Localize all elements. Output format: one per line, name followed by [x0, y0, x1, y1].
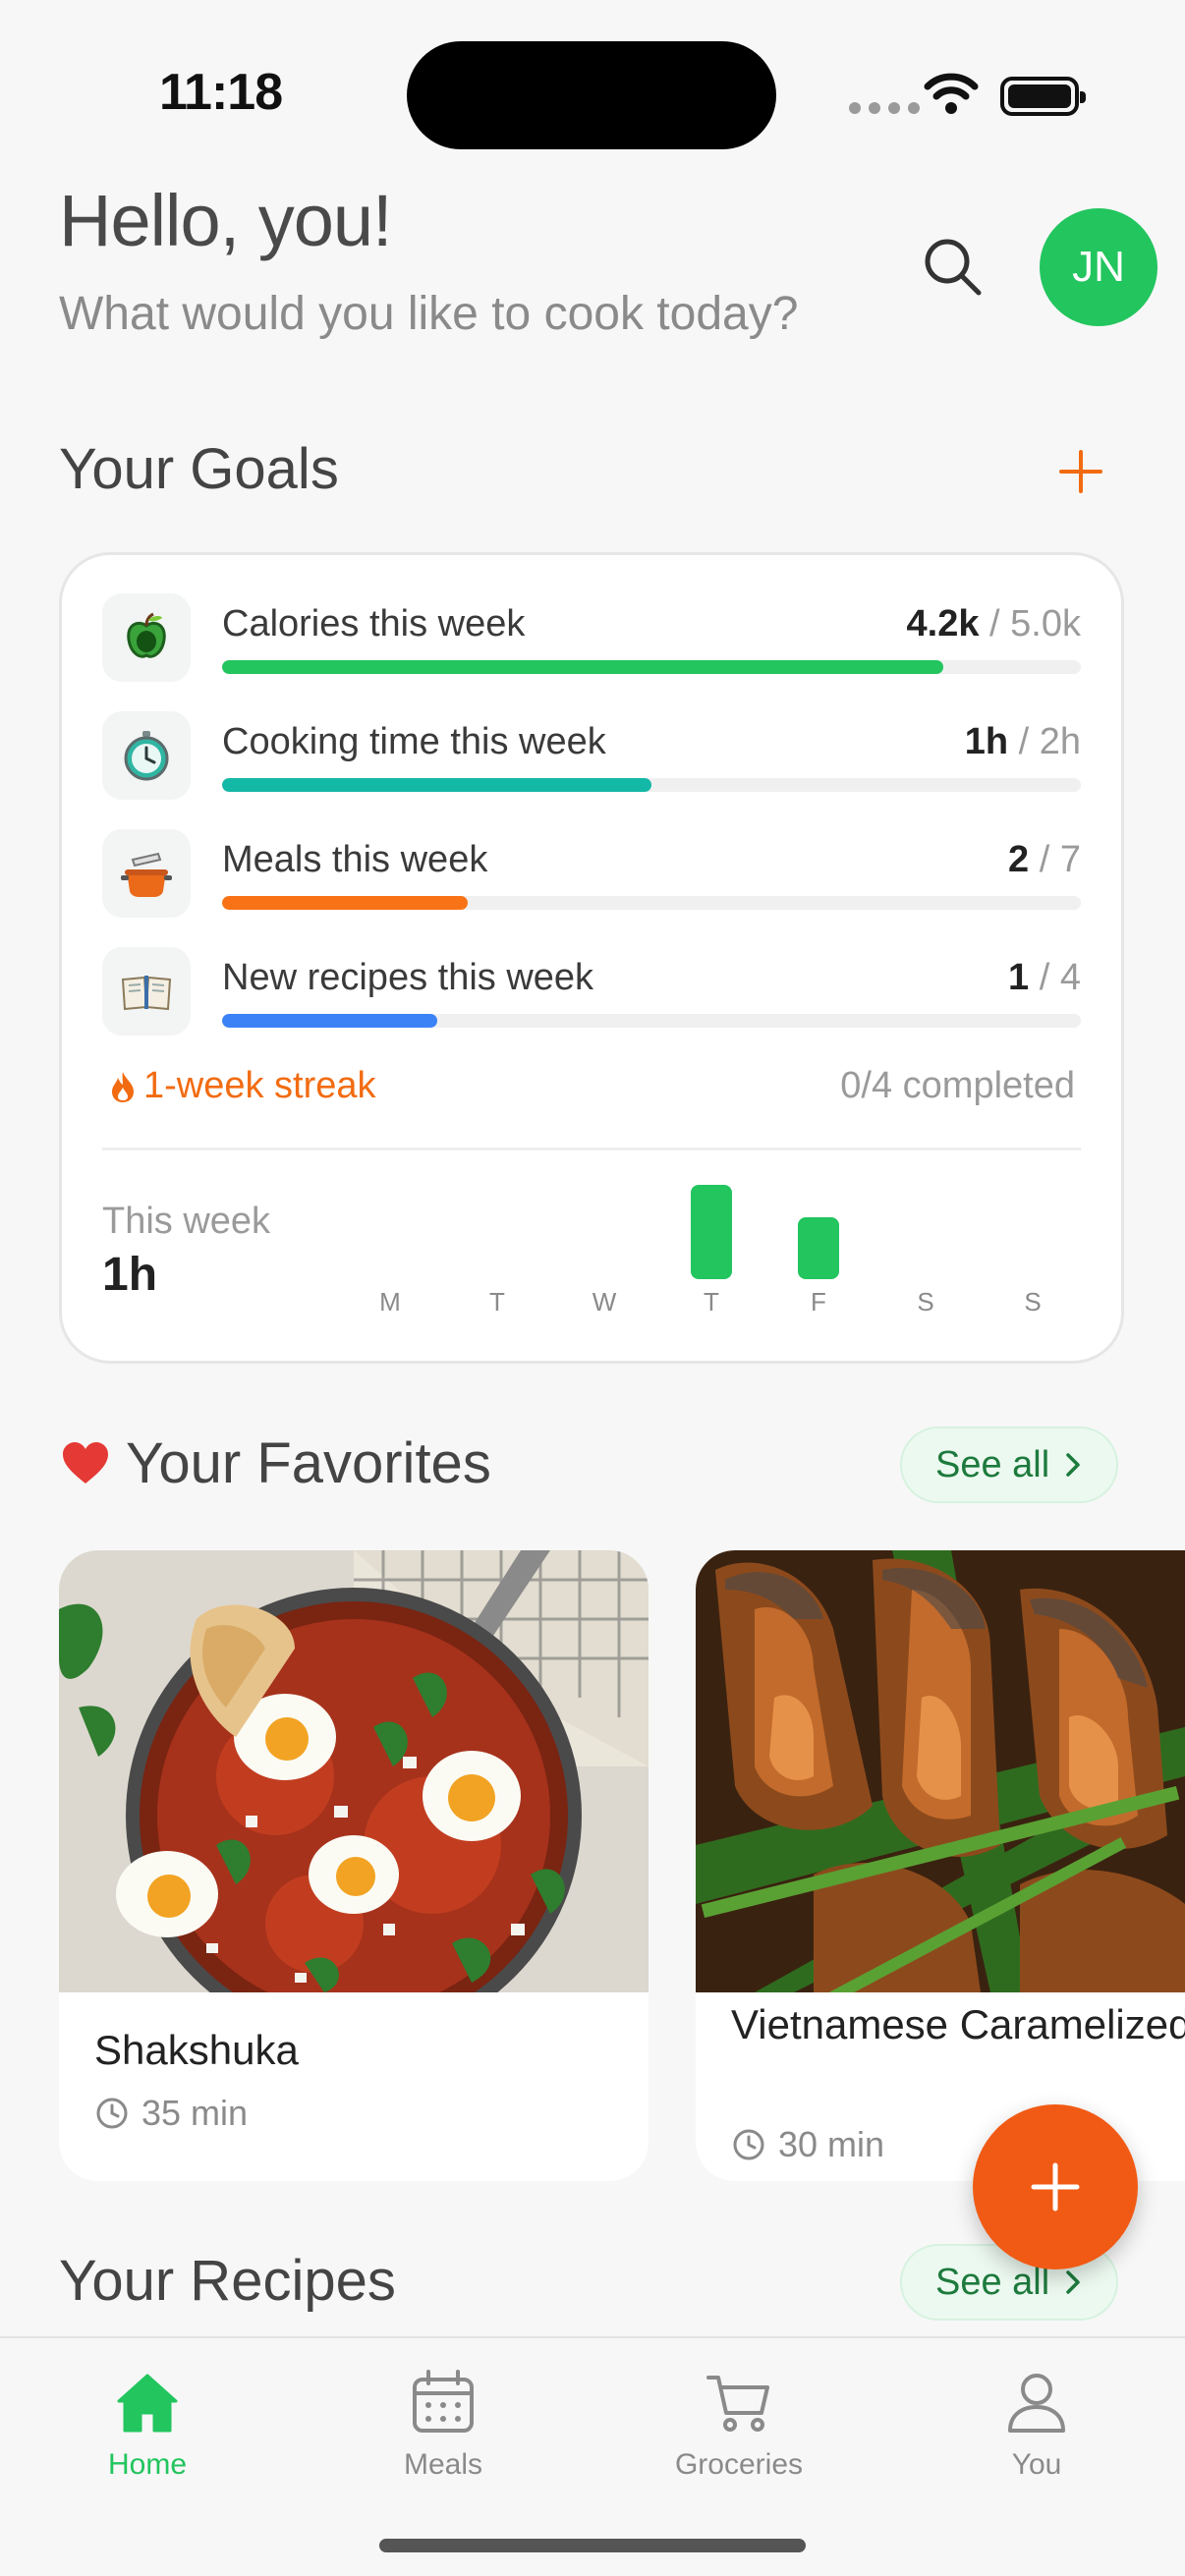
- goal-label: Meals this week: [222, 839, 488, 880]
- search-button[interactable]: [914, 228, 992, 307]
- see-all-label: See all: [935, 2261, 1050, 2303]
- recipe-title: Vietnamese Caramelized Braised S: [731, 2001, 1185, 2047]
- goal-progress-bar: [222, 660, 1081, 674]
- recipe-time: 35 min: [94, 2093, 248, 2134]
- day-label: F: [811, 1287, 826, 1316]
- clock-icon: [733, 2129, 764, 2160]
- open-book-icon: [102, 947, 191, 1036]
- goal-row-calories[interactable]: Calories this week 4.2k / 5.0k: [102, 593, 1081, 682]
- cooking-pot-icon: [102, 829, 191, 918]
- day-label: T: [489, 1287, 505, 1316]
- avatar[interactable]: JN: [1040, 208, 1157, 326]
- recipe-title: Shakshuka: [94, 2027, 299, 2073]
- goal-row-meals[interactable]: Meals this week 2 / 7: [102, 829, 1081, 918]
- chevron-right-icon: [1066, 2270, 1080, 2294]
- favorites-see-all-button[interactable]: See all: [900, 1427, 1119, 1503]
- battery-icon: [1000, 77, 1086, 116]
- tab-label: Meals: [403, 2448, 483, 2481]
- stopwatch-icon: [102, 711, 191, 800]
- greeting-subtitle: What would you like to cook today?: [59, 288, 799, 340]
- day-label: S: [917, 1287, 934, 1316]
- goal-label: New recipes this week: [222, 957, 594, 998]
- week-label: This week: [102, 1201, 271, 1242]
- tab-label: You: [1011, 2448, 1062, 2481]
- goal-value: 2 / 7: [1008, 839, 1081, 880]
- home-icon: [117, 2374, 178, 2433]
- streak-badge: 1-week streak: [110, 1065, 376, 1107]
- goal-row-cooking-time[interactable]: Cooking time this week 1h / 2h: [102, 711, 1081, 800]
- clock-icon: [96, 2098, 128, 2129]
- goals-title: Your Goals: [59, 437, 339, 501]
- recipe-card-shakshuka[interactable]: Shakshuka 35 min: [59, 1550, 649, 2181]
- add-recipe-fab[interactable]: [973, 2104, 1138, 2269]
- goal-value: 1 / 4: [1008, 957, 1081, 998]
- day-label: T: [704, 1287, 719, 1316]
- tab-label: Groceries: [674, 2448, 804, 2481]
- user-icon: [1008, 2374, 1065, 2433]
- divider: [102, 1148, 1081, 1150]
- add-goal-button[interactable]: [1045, 436, 1116, 507]
- greeting-title: Hello, you!: [59, 180, 393, 261]
- day-label: W: [592, 1287, 617, 1316]
- signal-dots-icon: [849, 102, 920, 114]
- tab-home[interactable]: Home: [29, 2368, 265, 2505]
- home-indicator: [379, 2539, 806, 2552]
- day-label: S: [1024, 1287, 1042, 1316]
- day-label: M: [379, 1287, 401, 1316]
- dynamic-island: [407, 41, 776, 149]
- goal-progress-bar: [222, 1014, 1081, 1028]
- plus-icon: [1059, 450, 1102, 493]
- week-total: 1h: [102, 1249, 158, 1301]
- tab-label: Home: [107, 2448, 188, 2481]
- goal-value: 1h / 2h: [964, 721, 1081, 762]
- cart-icon: [706, 2376, 769, 2432]
- calendar-icon: [413, 2370, 474, 2433]
- goal-progress-bar: [222, 778, 1081, 792]
- tab-you[interactable]: You: [919, 2368, 1155, 2505]
- goal-label: Cooking time this week: [222, 721, 606, 762]
- wifi-icon: [924, 73, 979, 121]
- goal-row-new-recipes[interactable]: New recipes this week 1 / 4: [102, 947, 1081, 1036]
- streak-text: 1-week streak: [143, 1065, 376, 1106]
- shakshuka-image: [59, 1550, 649, 1992]
- goal-progress-bar: [222, 896, 1081, 910]
- braised-fish-image: [696, 1550, 1185, 1992]
- favorites-title: Your Favorites: [126, 1431, 491, 1495]
- recipe-time-text: 35 min: [141, 2093, 249, 2133]
- status-time: 11:18: [159, 64, 283, 121]
- apple-icon: [102, 593, 191, 682]
- flame-icon: [112, 1071, 134, 1102]
- tab-groceries[interactable]: Groceries: [621, 2368, 857, 2505]
- chevron-right-icon: [1066, 1453, 1080, 1477]
- recipe-card-vietnamese-braised[interactable]: Vietnamese Caramelized Braised S 30 min: [696, 1550, 1185, 2181]
- day-bar: [798, 1216, 839, 1279]
- recipe-time: 30 min: [731, 2124, 884, 2165]
- recipes-title: Your Recipes: [59, 2249, 396, 2313]
- goal-value: 4.2k / 5.0k: [906, 603, 1081, 644]
- recipe-time-text: 30 min: [778, 2124, 885, 2164]
- see-all-label: See all: [935, 1443, 1050, 1485]
- search-icon: [925, 239, 982, 296]
- goals-completed: 0/4 completed: [840, 1065, 1075, 1106]
- tab-meals[interactable]: Meals: [325, 2368, 561, 2505]
- day-bar: [691, 1185, 732, 1279]
- goal-label: Calories this week: [222, 603, 526, 644]
- heart-icon: [61, 1440, 110, 1490]
- plus-icon: [1031, 2162, 1080, 2212]
